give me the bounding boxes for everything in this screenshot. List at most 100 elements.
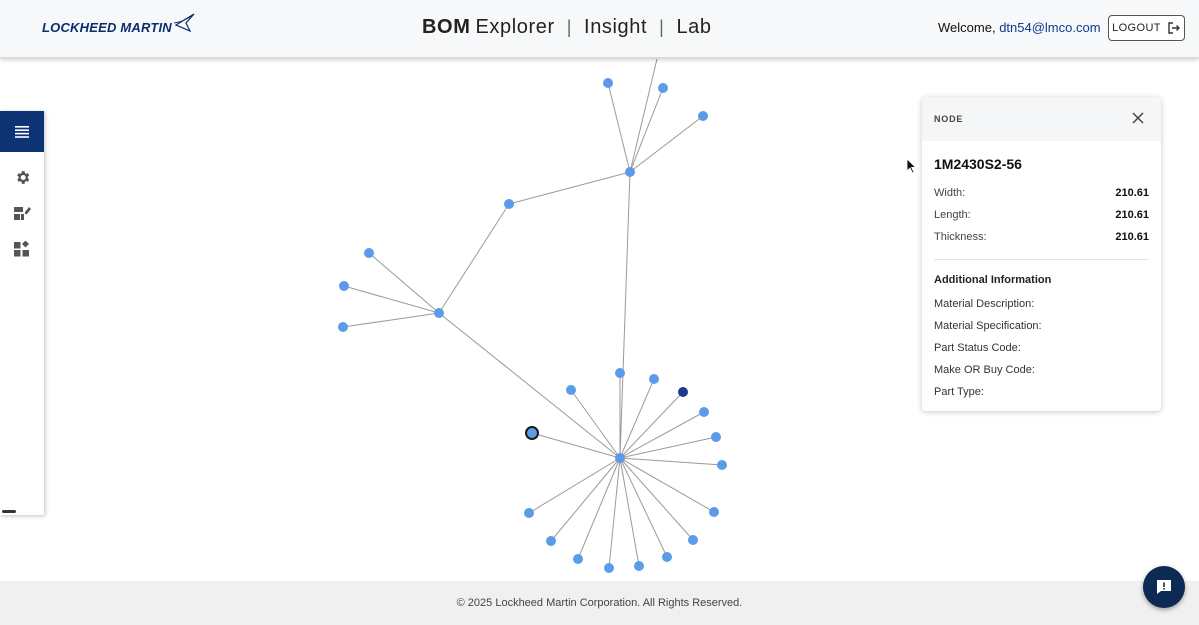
graph-node[interactable]	[434, 308, 444, 318]
graph-edge	[528, 457, 621, 514]
graph-node[interactable]	[649, 374, 659, 384]
graph-node[interactable]	[615, 368, 625, 378]
graph-edge	[368, 252, 440, 314]
dimension-row: Thickness: 210.61	[934, 231, 1149, 243]
welcome-prefix: Welcome,	[938, 20, 996, 35]
graph-node[interactable]	[658, 83, 668, 93]
graph-edge	[577, 457, 621, 560]
graph-node[interactable]	[698, 111, 708, 121]
menu-icon	[15, 125, 29, 138]
graph-node[interactable]	[662, 552, 672, 562]
graph-node-selected[interactable]	[525, 426, 539, 440]
graph-edge	[619, 457, 694, 541]
panel-divider	[934, 259, 1149, 260]
graph-node[interactable]	[688, 535, 698, 545]
graph-node[interactable]	[504, 199, 514, 209]
graph-node[interactable]	[711, 432, 721, 442]
copyright-text: © 2025 Lockheed Martin Corporation. All …	[456, 597, 743, 609]
graph-node[interactable]	[717, 460, 727, 470]
welcome-message: Welcome, dtn54@lmco.com	[938, 20, 1101, 35]
graph-node[interactable]	[364, 248, 374, 258]
info-field: Make OR Buy Code:	[934, 364, 1035, 376]
logout-label: LOGOUT	[1112, 22, 1161, 34]
dashboard-edit-button[interactable]	[12, 203, 32, 223]
graph-edge	[619, 457, 668, 558]
graph-node[interactable]	[339, 281, 349, 291]
menu-button[interactable]	[0, 111, 44, 152]
title-insight: Insight	[584, 16, 648, 38]
panel-header: NODE	[922, 97, 1161, 141]
page-footer: © 2025 Lockheed Martin Corporation. All …	[0, 581, 1199, 625]
app-root: LOCKHEED MARTIN BOM Explorer | Insight |…	[0, 0, 1199, 625]
info-field: Material Description:	[934, 298, 1035, 310]
graph-edge	[608, 457, 621, 569]
graph-edge	[619, 391, 684, 459]
info-field: Part Status Code:	[934, 342, 1021, 354]
widgets-icon	[14, 241, 30, 257]
widgets-button[interactable]	[12, 239, 32, 259]
close-icon[interactable]	[1130, 110, 1146, 126]
graph-edge	[619, 378, 655, 459]
graph-node[interactable]	[709, 507, 719, 517]
side-rail	[0, 111, 44, 515]
dimension-row: Width: 210.61	[934, 187, 1149, 199]
graph-node[interactable]	[603, 78, 613, 88]
dashboard-edit-icon	[13, 206, 31, 220]
graph-edge	[619, 457, 723, 466]
graph-edge	[550, 457, 621, 542]
graph-edge	[508, 171, 631, 205]
graph-edge	[607, 82, 631, 173]
graph-node[interactable]	[604, 563, 614, 573]
feedback-button[interactable]	[1143, 566, 1185, 608]
graph-node[interactable]	[699, 407, 709, 417]
rail-resize-handle[interactable]	[2, 510, 16, 513]
dimension-row: Length: 210.61	[934, 209, 1149, 221]
additional-info-title: Additional Information	[934, 274, 1052, 286]
graph-edge	[343, 285, 440, 314]
graph-edge	[619, 411, 705, 459]
dimension-label: Length:	[934, 209, 971, 221]
graph-edge	[438, 203, 510, 314]
dimension-value: 210.61	[1115, 231, 1149, 243]
graph-node[interactable]	[634, 561, 644, 571]
info-field: Material Specification:	[934, 320, 1042, 332]
app-title: BOM Explorer | Insight | Lab	[422, 16, 712, 39]
feedback-icon	[1157, 580, 1171, 594]
dimension-label: Thickness:	[934, 231, 987, 243]
star-logo-icon	[173, 13, 195, 33]
graph-edge	[342, 312, 440, 328]
logout-button[interactable]: LOGOUT	[1108, 15, 1185, 41]
graph-edge	[619, 171, 631, 459]
graph-node[interactable]	[566, 385, 576, 395]
graph-edge	[531, 432, 621, 459]
gear-icon	[16, 170, 29, 184]
lockheed-martin-logo[interactable]: LOCKHEED MARTIN	[42, 13, 196, 40]
graph-edge	[619, 457, 640, 567]
top-header: LOCKHEED MARTIN BOM Explorer | Insight |…	[0, 0, 1199, 58]
logo-text: LOCKHEED MARTIN	[42, 19, 172, 35]
graph-node[interactable]	[678, 387, 688, 397]
settings-button[interactable]	[12, 167, 32, 187]
graph-node[interactable]	[573, 554, 583, 564]
title-lab: Lab	[676, 16, 712, 38]
graph-edge	[619, 457, 715, 513]
graph-node[interactable]	[338, 322, 348, 332]
logout-icon	[1168, 22, 1180, 34]
title-bom: BOM	[422, 16, 471, 38]
graph-node[interactable]	[524, 508, 534, 518]
dimension-value: 210.61	[1115, 187, 1149, 199]
graph-edge	[619, 436, 717, 459]
title-separator: |	[659, 17, 665, 37]
graph-node[interactable]	[625, 167, 635, 177]
user-email: dtn54@lmco.com	[999, 20, 1101, 35]
graph-node[interactable]	[546, 536, 556, 546]
title-explorer: Explorer	[475, 16, 555, 38]
dimension-label: Width:	[934, 187, 966, 199]
panel-header-label: NODE	[934, 114, 964, 124]
graph-node[interactable]	[615, 453, 625, 463]
dimension-value: 210.61	[1115, 209, 1149, 221]
mouse-cursor-icon	[906, 158, 917, 174]
graph-edge	[629, 59, 658, 173]
info-field: Part Type:	[934, 386, 984, 398]
node-details-panel: NODE 1M2430S2-56 Width: 210.61 Length: 2…	[922, 97, 1161, 411]
